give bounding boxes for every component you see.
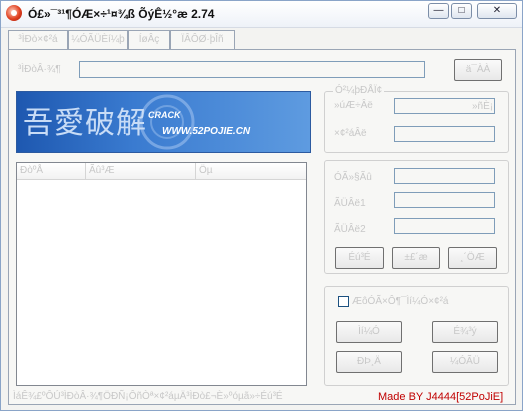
auto-add-checkbox[interactable]: [338, 296, 349, 307]
field-label: ×¢²áÂë: [334, 128, 367, 139]
tab-register[interactable]: ³ÌÐò×¢²á: [8, 30, 68, 50]
banner-chinese: 吾愛破解: [23, 106, 147, 141]
user-group: ÓÃ»§Ãû ÃÜÂë1 ÃÜÂë2 Éú³É ±£´æ ¸´ÖÆ: [324, 160, 509, 274]
password2-input[interactable]: [394, 218, 495, 234]
tab-encrypt[interactable]: ¼ÓÃÜÈí¼þ: [68, 30, 128, 49]
copy-button[interactable]: ¸´ÖÆ: [448, 247, 497, 269]
browse-button[interactable]: ä¯ÀÀ: [454, 59, 502, 81]
hardware-group: Ó²¼þÐÅÏ¢ »úÆ÷Âë »ñÈ¡ ×¢²áÂë: [324, 85, 509, 153]
checkbox-label[interactable]: ÆôÓÃ×Ô¶¯Ìí¼Ó×¢²á: [352, 296, 449, 307]
encrypt-button[interactable]: ¼ÓÃÜ: [432, 351, 498, 373]
author-credit: Made BY J4444[52PoJiE]: [378, 391, 504, 403]
banner-site: WWW.52POJIE.CN: [162, 126, 251, 137]
delete-button[interactable]: É¾³ý: [432, 321, 498, 343]
path-input[interactable]: [79, 61, 425, 78]
options-group: ÆôÓÃ×Ô¶¯Ìí¼Ó×¢²á Ìí¼Ó É¾³ý ÐÞ¸Ä ¼ÓÃÜ: [324, 286, 509, 386]
title-bar[interactable]: Ó£»¯³¹¶ÓÆ×÷¹¤¾ß ÕýÊ½°æ 2.74 — □ ✕: [1, 1, 522, 28]
column-header[interactable]: Öµ: [196, 163, 306, 179]
username-input[interactable]: [394, 168, 495, 184]
register-code-input[interactable]: [394, 126, 495, 142]
maximize-button[interactable]: □: [451, 3, 472, 19]
main-panel: ³ÌÐòÂ·¾¶ ä¯ÀÀ 吾愛破解 CRACK WWW.52POJIE.CN …: [8, 49, 516, 405]
result-list[interactable]: ÐòºÅ Ãû³Æ Öµ: [16, 162, 307, 386]
field-label: ÓÃ»§Ãû: [334, 172, 372, 183]
status-text: ÌáÊ¾£ºÔÚ³ÌÐòÂ·¾¶ÖÐÑ¡ÔñÒª×¢²áµÄ³ÌÐò£¬È»ºó…: [13, 391, 283, 402]
app-window: Ó£»¯³¹¶ÓÆ×÷¹¤¾ß ÕýÊ½°æ 2.74 — □ ✕ ³ÌÐò×¢…: [0, 0, 523, 411]
column-header[interactable]: ÐòºÅ: [17, 163, 86, 179]
modify-button[interactable]: ÐÞ¸Ä: [336, 351, 402, 373]
field-label: ÃÜÂë2: [334, 224, 366, 235]
banner-crack: CRACK: [148, 110, 181, 120]
add-button[interactable]: Ìí¼Ó: [336, 321, 402, 343]
list-header: ÐòºÅ Ãû³Æ Öµ: [17, 163, 306, 180]
banner-logo: 吾愛破解 CRACK WWW.52POJIE.CN: [16, 91, 311, 153]
group-title: Ó²¼þÐÅÏ¢: [333, 85, 385, 96]
path-label: ³ÌÐòÂ·¾¶: [18, 64, 61, 75]
app-icon: [6, 5, 22, 21]
minimize-button[interactable]: —: [428, 3, 449, 19]
tab-download[interactable]: ÏÂÔØ·þÎñ: [170, 30, 235, 49]
close-button[interactable]: ✕: [477, 3, 517, 19]
column-header[interactable]: Ãû³Æ: [86, 163, 196, 179]
save-button[interactable]: ±£´æ: [392, 247, 440, 269]
fetch-label[interactable]: »ñÈ¡: [472, 101, 493, 112]
field-label: ÃÜÂë1: [334, 198, 366, 209]
generate-button[interactable]: Éú³É: [335, 247, 384, 269]
tab-network[interactable]: ÍøÂç: [128, 30, 170, 49]
window-title: Ó£»¯³¹¶ÓÆ×÷¹¤¾ß ÕýÊ½°æ 2.74: [28, 7, 215, 21]
password1-input[interactable]: [394, 192, 495, 208]
field-label: »úÆ÷Âë: [334, 100, 373, 111]
